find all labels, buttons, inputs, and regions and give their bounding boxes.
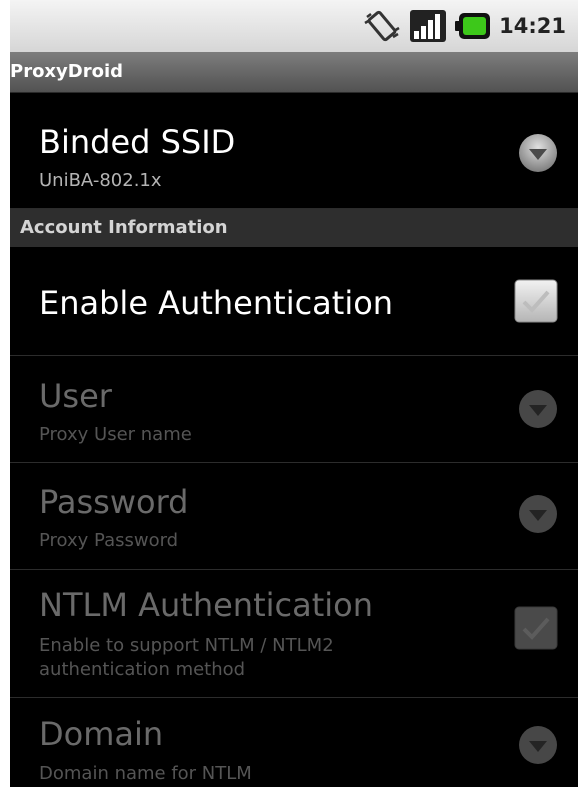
dropdown-icon bbox=[518, 725, 558, 769]
ntlm-authentication-summary-line1: Enable to support NTLM / NTLM2 bbox=[39, 635, 334, 656]
ntlm-authentication-summary-line2: authentication method bbox=[39, 659, 246, 680]
user-title: User bbox=[39, 377, 112, 415]
dropdown-icon bbox=[518, 494, 558, 538]
domain-preference[interactable]: Domain Domain name for NTLM bbox=[10, 698, 578, 787]
status-bar: 14:21 bbox=[10, 0, 578, 53]
app-title: ProxyDroid bbox=[10, 61, 124, 82]
binded-ssid-summary: UniBA-802.1x bbox=[39, 170, 162, 191]
ntlm-authentication-checkbox[interactable] bbox=[514, 606, 558, 654]
binded-ssid-preference[interactable]: Binded SSID UniBA-802.1x bbox=[10, 101, 578, 209]
battery-icon bbox=[455, 12, 491, 40]
dropdown-icon bbox=[518, 133, 558, 177]
binded-ssid-title: Binded SSID bbox=[39, 123, 236, 161]
account-information-header: Account Information bbox=[10, 209, 578, 247]
password-summary: Proxy Password bbox=[39, 530, 179, 551]
ntlm-authentication-title: NTLM Authentication bbox=[39, 586, 373, 624]
account-information-label: Account Information bbox=[20, 217, 228, 238]
enable-authentication-checkbox[interactable] bbox=[514, 279, 558, 327]
domain-summary: Domain name for NTLM bbox=[39, 763, 252, 784]
dropdown-icon bbox=[518, 389, 558, 433]
user-preference[interactable]: User Proxy User name bbox=[10, 356, 578, 463]
enable-authentication-preference[interactable]: Enable Authentication bbox=[10, 248, 578, 356]
domain-title: Domain bbox=[39, 715, 164, 753]
screen: 14:21 ProxyDroid Binded SSID UniBA-802.1… bbox=[10, 0, 578, 787]
vibrate-icon bbox=[363, 9, 401, 43]
password-preference[interactable]: Password Proxy Password bbox=[10, 463, 578, 570]
password-title: Password bbox=[39, 483, 189, 521]
enable-authentication-title: Enable Authentication bbox=[39, 284, 394, 322]
app-title-bar: ProxyDroid bbox=[10, 52, 578, 93]
ntlm-authentication-preference[interactable]: NTLM Authentication Enable to support NT… bbox=[10, 570, 578, 698]
status-time: 14:21 bbox=[499, 14, 566, 38]
signal-icon bbox=[409, 9, 447, 43]
user-summary: Proxy User name bbox=[39, 424, 192, 445]
